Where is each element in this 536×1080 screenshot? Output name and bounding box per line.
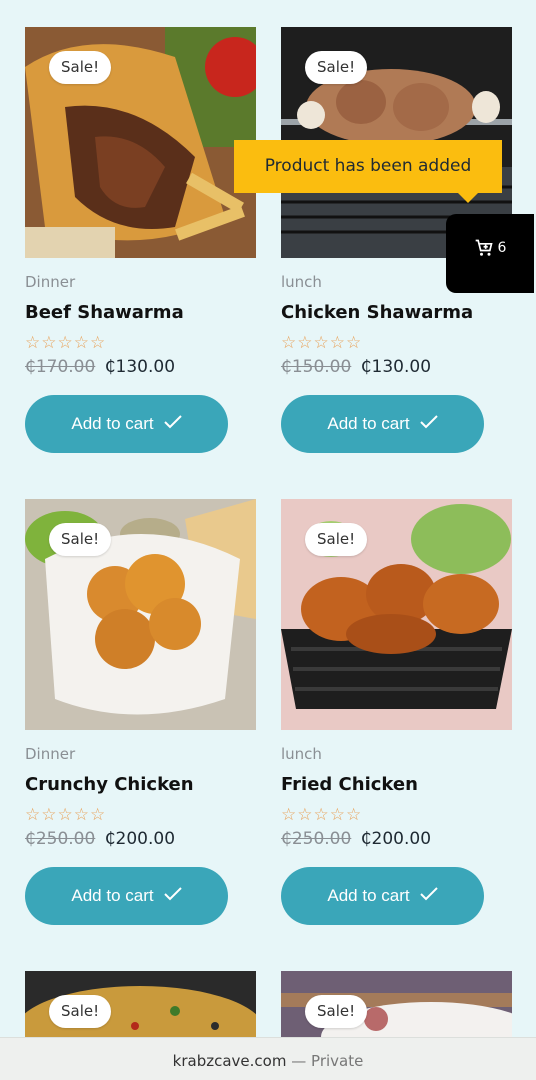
check-icon xyxy=(419,886,438,906)
browser-address-bar[interactable]: krabzcave.com — Private xyxy=(0,1037,536,1080)
product-price: ₵250.00 ₵200.00 xyxy=(25,829,175,849)
original-price: ₵250.00 xyxy=(281,829,352,849)
sale-badge: Sale! xyxy=(49,995,112,1028)
check-icon xyxy=(163,414,182,434)
add-to-cart-button[interactable]: Add to cart xyxy=(281,867,484,925)
sale-price: ₵130.00 xyxy=(360,357,432,377)
product-category[interactable]: Dinner xyxy=(25,745,75,763)
sale-price: ₵130.00 xyxy=(104,357,176,377)
product-image[interactable]: Sale! xyxy=(281,971,512,1037)
sale-badge: Sale! xyxy=(49,523,112,556)
product-card: Sale! lunch Fried Chicken ☆☆☆☆☆ ₵250.00 … xyxy=(281,499,513,925)
sale-badge: Sale! xyxy=(305,523,368,556)
cart-add-icon xyxy=(474,238,494,262)
cart-count: 6 xyxy=(497,240,507,256)
separator: — xyxy=(291,1052,307,1070)
add-to-cart-button[interactable]: Add to cart xyxy=(25,867,228,925)
product-card: Sale! Dinner Beef Shawarma ☆☆☆☆☆ ₵170.00… xyxy=(25,27,257,453)
sale-badge: Sale! xyxy=(305,995,368,1028)
original-price: ₵250.00 xyxy=(25,829,96,849)
original-price: ₵170.00 xyxy=(25,357,96,377)
floating-cart-button[interactable]: 6 xyxy=(446,214,534,293)
product-price: ₵150.00 ₵130.00 xyxy=(281,357,431,377)
original-price: ₵150.00 xyxy=(281,357,352,377)
product-card: Sale! xyxy=(281,971,513,1037)
product-price: ₵170.00 ₵130.00 xyxy=(25,357,175,377)
product-card: Sale! Dinner Crunchy Chicken ☆☆☆☆☆ ₵250.… xyxy=(25,499,257,925)
add-to-cart-label: Add to cart xyxy=(71,414,154,433)
product-title[interactable]: Crunchy Chicken xyxy=(25,774,194,795)
rating-stars: ☆☆☆☆☆ xyxy=(25,333,107,353)
add-to-cart-label: Add to cart xyxy=(327,414,410,433)
product-image[interactable]: Sale! xyxy=(25,971,256,1037)
check-icon xyxy=(163,886,182,906)
site-domain: krabzcave.com xyxy=(172,1052,287,1070)
product-image-crunchy-chicken[interactable]: Sale! xyxy=(25,499,256,730)
product-category[interactable]: lunch xyxy=(281,745,322,763)
product-category[interactable]: lunch xyxy=(281,273,322,291)
product-added-toast: Product has been added xyxy=(234,140,502,203)
sale-badge: Sale! xyxy=(305,51,368,84)
private-mode-label: Private xyxy=(311,1052,364,1070)
sale-price: ₵200.00 xyxy=(360,829,432,849)
sale-badge: Sale! xyxy=(49,51,112,84)
product-title[interactable]: Chicken Shawarma xyxy=(281,302,473,323)
product-category[interactable]: Dinner xyxy=(25,273,75,291)
product-price: ₵250.00 ₵200.00 xyxy=(281,829,431,849)
product-image-beef-shawarma[interactable]: Sale! xyxy=(25,27,256,258)
rating-stars: ☆☆☆☆☆ xyxy=(25,805,107,825)
add-to-cart-label: Add to cart xyxy=(327,886,410,905)
sale-price: ₵200.00 xyxy=(104,829,176,849)
add-to-cart-button[interactable]: Add to cart xyxy=(281,395,484,453)
rating-stars: ☆☆☆☆☆ xyxy=(281,805,363,825)
add-to-cart-button[interactable]: Add to cart xyxy=(25,395,228,453)
product-card: Sale! xyxy=(25,971,257,1037)
rating-stars: ☆☆☆☆☆ xyxy=(281,333,363,353)
add-to-cart-label: Add to cart xyxy=(71,886,154,905)
product-title[interactable]: Beef Shawarma xyxy=(25,302,184,323)
check-icon xyxy=(419,414,438,434)
toast-message: Product has been added xyxy=(264,156,472,176)
product-image-fried-chicken[interactable]: Sale! xyxy=(281,499,512,730)
product-title[interactable]: Fried Chicken xyxy=(281,774,418,795)
